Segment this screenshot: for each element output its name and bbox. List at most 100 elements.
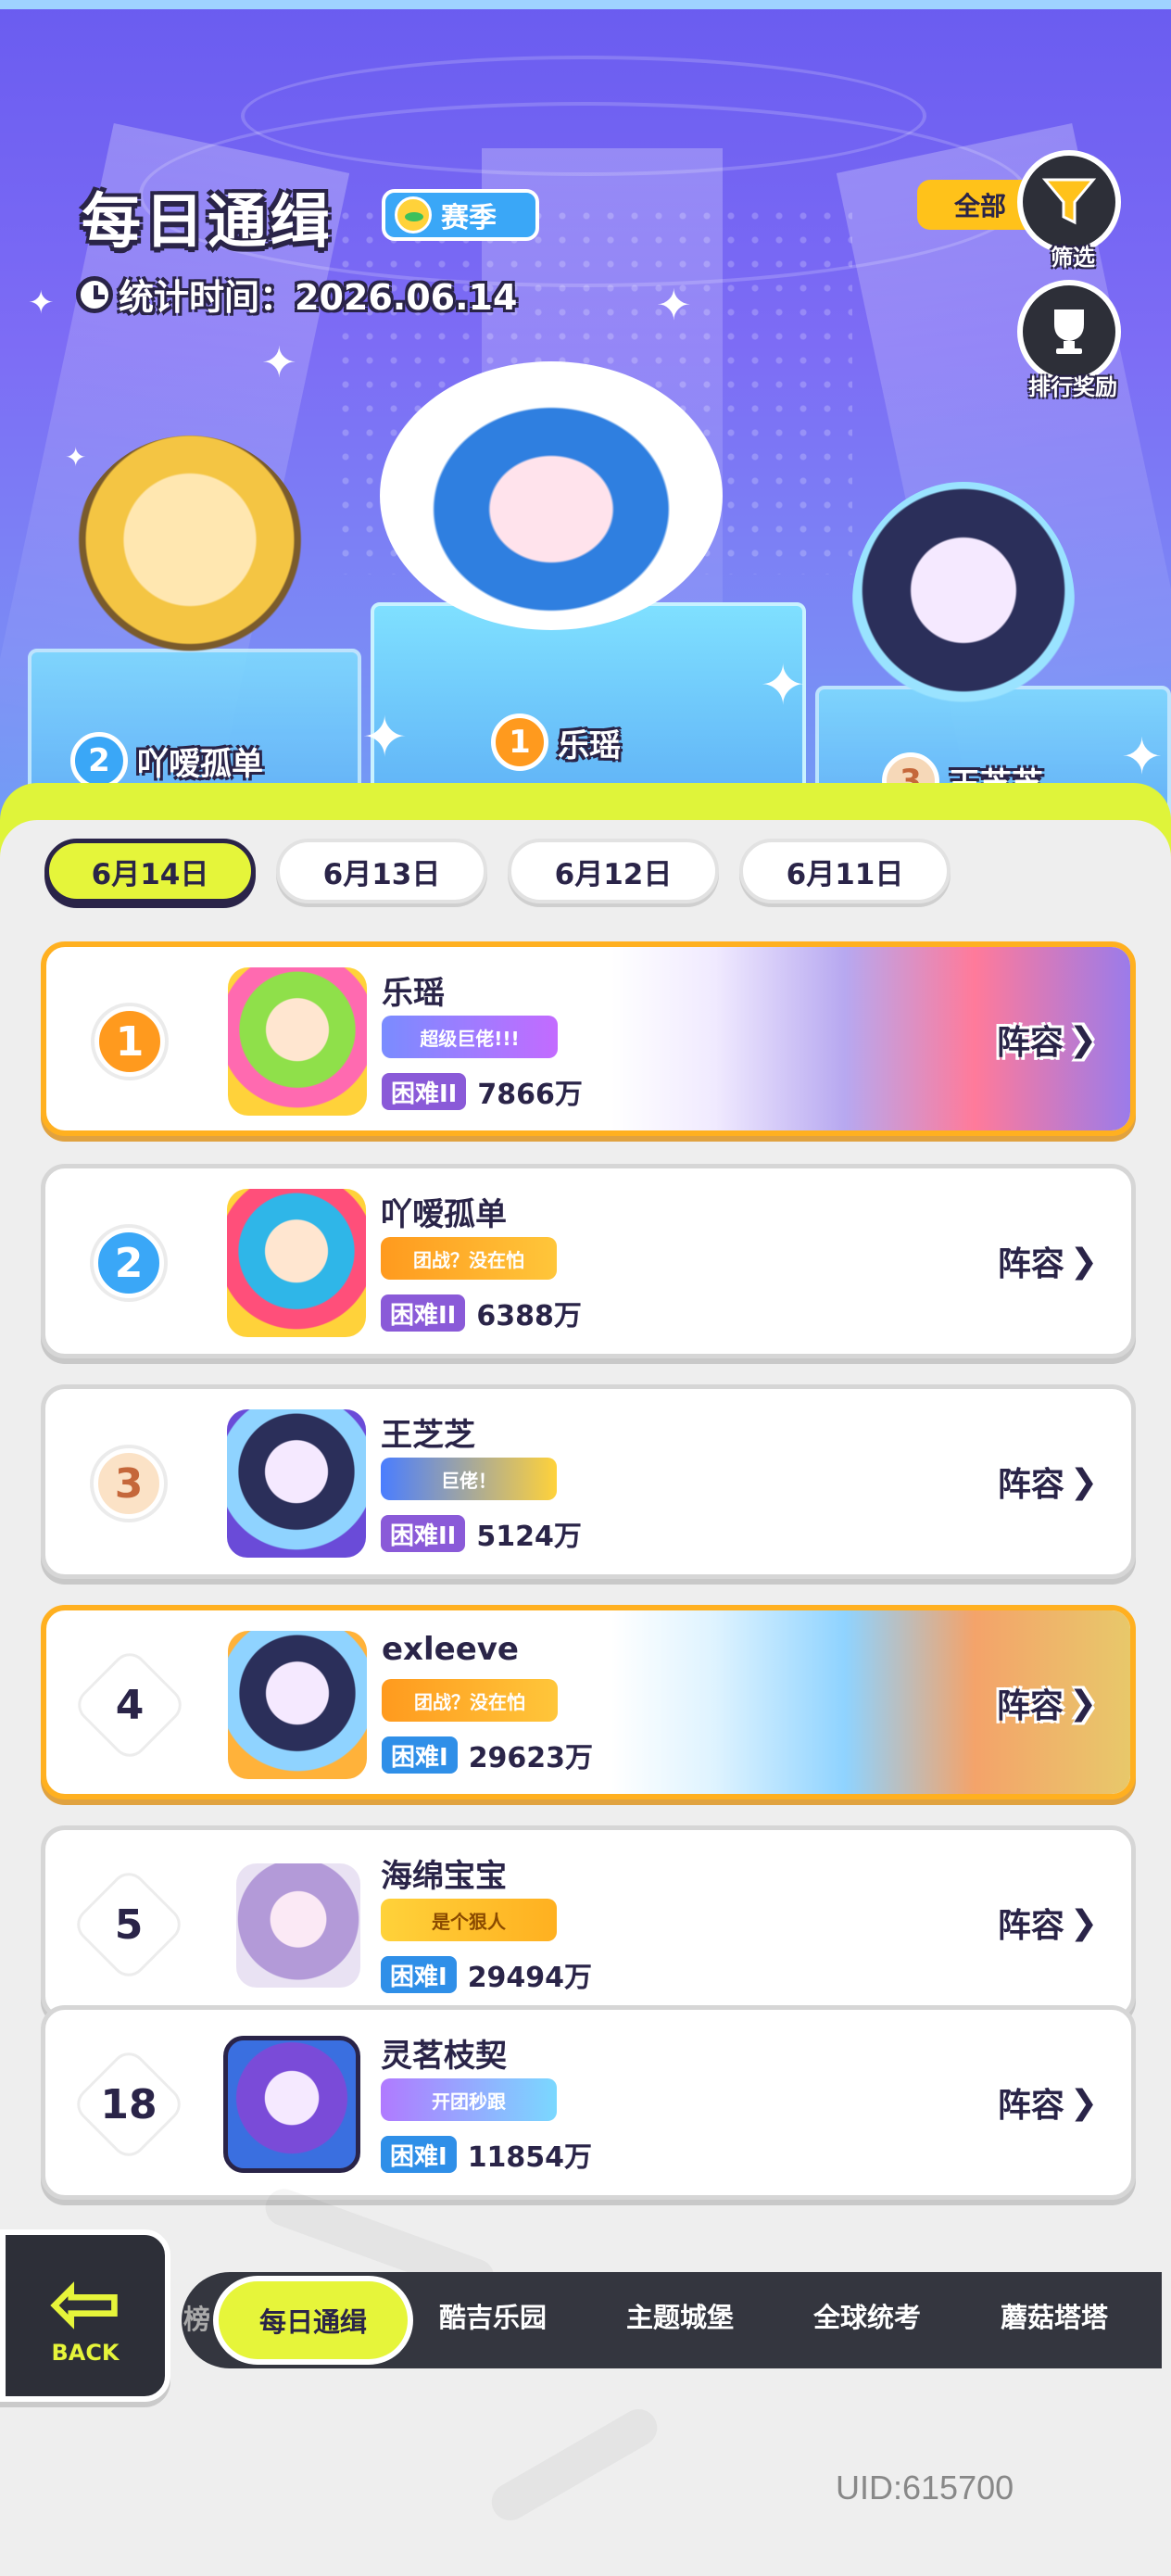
lineup-button[interactable]: 阵容 ❯	[998, 1237, 1098, 1285]
nav-item-theme-castle[interactable]: 主题城堡	[626, 2296, 734, 2335]
difficulty-score: 困难I 11854万	[381, 2134, 592, 2175]
back-label: BACK	[51, 2340, 120, 2366]
difficulty-label: 困难I	[381, 2136, 457, 2173]
ranking-row[interactable]: 2 吖嗳孤单 团战？没在怕 困难II 6388万 阵容 ❯	[41, 1164, 1136, 1358]
rank-badge: 4	[74, 1649, 185, 1761]
back-arrow-icon: ⇦	[47, 2251, 123, 2355]
page-title: 每日通缉	[82, 188, 334, 257]
difficulty-score: 困难II 5124万	[381, 1513, 582, 1554]
rank-badge: 5	[73, 1869, 184, 1980]
player-title-badge: 团战？没在怕	[382, 1679, 558, 1722]
sparkle-icon: ✦	[656, 280, 692, 330]
lineup-button[interactable]: 阵容 ❯	[998, 1899, 1098, 1947]
sparkle-icon: ✦	[28, 284, 55, 322]
difficulty-label: 困难I	[382, 1736, 458, 1774]
user-id: UID:615700	[836, 2469, 1014, 2507]
difficulty-score: 困难II 7866万	[382, 1071, 583, 1112]
lineup-label: 阵容	[997, 1245, 1064, 1283]
avatar[interactable]	[227, 1409, 366, 1558]
lineup-button[interactable]: 阵容 ❯	[998, 1458, 1098, 1506]
score-value: 7866万	[477, 1079, 583, 1111]
difficulty-score: 困难I 29494万	[381, 1954, 592, 1995]
palm-tree-icon	[395, 196, 432, 234]
chevron-right-icon: ❯	[1069, 2083, 1098, 2122]
difficulty-label: 困难II	[381, 1294, 466, 1332]
back-button[interactable]: ⇦ BACK	[0, 2229, 170, 2402]
difficulty-label: 困难II	[382, 1073, 467, 1110]
score-value: 5124万	[476, 1521, 582, 1553]
avatar[interactable]	[236, 1863, 360, 1988]
player-name: 王芝芝	[381, 1417, 475, 1454]
season-label: 赛季	[441, 202, 497, 234]
player-title-badge: 超级巨佬!!!	[382, 1016, 558, 1058]
stat-time: 统计时间：2026.06.14	[76, 269, 517, 320]
hero-banner: ✦ ✦ ✦ ✦ ✦ ✦ ✦ 每日通缉 赛季 统计时间：2026.06.14 全部…	[0, 0, 1171, 857]
rank-number: 2	[94, 1228, 164, 1298]
avatar[interactable]	[228, 1631, 367, 1779]
tab-date-0612[interactable]: 6月12日	[508, 839, 719, 903]
ranking-row[interactable]: 4 exleeve 团战？没在怕 困难I 29623万 阵容 ❯	[41, 1605, 1136, 1799]
character-first	[380, 361, 723, 630]
my-ranking-row[interactable]: 18 灵茗枝契 开团秒跟 困难I 11854万 阵容 ❯	[41, 2005, 1136, 2200]
player-title-badge: 开团秒跟	[381, 2078, 557, 2121]
rank-number: 1	[94, 1006, 165, 1077]
stat-time-text: 统计时间：2026.06.14	[119, 277, 518, 318]
clock-icon	[76, 275, 113, 313]
avatar[interactable]	[227, 1189, 366, 1337]
player-title-badge: 巨佬！	[381, 1458, 557, 1500]
difficulty-score: 困难II 6388万	[381, 1293, 582, 1333]
nav-item-mushroom-tower[interactable]: 蘑菇塔塔	[1001, 2296, 1108, 2335]
lineup-button[interactable]: 阵容 ❯	[997, 1679, 1097, 1727]
date-tabs: 6月14日 6月13日 6月12日 6月11日	[44, 839, 951, 903]
lineup-label: 阵容	[997, 1907, 1064, 1945]
chevron-right-icon: ❯	[1069, 1242, 1098, 1281]
ranking-row[interactable]: 3 王芝芝 巨佬！ 困难II 5124万 阵容 ❯	[41, 1384, 1136, 1579]
player-title-badge: 团战？没在怕	[381, 1237, 557, 1280]
sparkle-icon: ✦	[361, 705, 409, 770]
podium-player-name: 乐瑶	[558, 726, 621, 764]
rank-number: 4	[115, 1681, 145, 1729]
sparkle-icon: ✦	[261, 337, 297, 387]
chevron-right-icon: ❯	[1068, 1684, 1097, 1723]
player-name: 海绵宝宝	[381, 1858, 507, 1895]
score-value: 29494万	[467, 1962, 593, 1994]
tab-date-0611[interactable]: 6月11日	[739, 839, 951, 903]
player-name: 灵茗枝契	[381, 2038, 507, 2075]
chevron-right-icon: ❯	[1068, 1020, 1097, 1059]
score-value: 6388万	[476, 1300, 582, 1332]
rank-badge: 1	[83, 995, 176, 1088]
rank-number: 3	[94, 1448, 164, 1519]
avatar[interactable]	[223, 2036, 360, 2173]
nav-item-global-exam[interactable]: 全球统考	[813, 2296, 921, 2335]
tab-date-0613[interactable]: 6月13日	[276, 839, 487, 903]
sparkle-icon: ✦	[65, 442, 87, 473]
chevron-right-icon: ❯	[1069, 1462, 1098, 1501]
top-strip	[0, 0, 1171, 9]
lineup-button[interactable]: 阵容 ❯	[997, 1016, 1097, 1064]
player-name: exleeve	[382, 1631, 519, 1668]
ranking-row[interactable]: 1 乐瑶 超级巨佬!!! 困难II 7866万 阵容 ❯	[41, 941, 1136, 1136]
rank-number: 18	[100, 2080, 157, 2128]
tab-date-0614[interactable]: 6月14日	[44, 839, 256, 903]
ranking-row[interactable]: 5 海绵宝宝 是个狠人 困难I 29494万 阵容 ❯	[41, 1825, 1136, 2020]
player-title-badge: 是个狠人	[381, 1899, 557, 1941]
nav-item-daily-wanted[interactable]: 每日通缉	[213, 2276, 413, 2365]
season-badge[interactable]: 赛季	[382, 189, 539, 241]
lineup-label: 阵容	[997, 1466, 1064, 1504]
podium-name-second: 2 吖嗳孤单	[70, 732, 263, 789]
bg-decoration	[485, 2402, 664, 2528]
avatar[interactable]	[228, 967, 367, 1116]
player-name: 吖嗳孤单	[381, 1196, 507, 1233]
lineup-label: 阵容	[996, 1687, 1064, 1725]
trophy-icon	[1054, 309, 1084, 354]
lineup-button[interactable]: 阵容 ❯	[998, 2078, 1098, 2127]
difficulty-label: 困难I	[381, 1956, 457, 1993]
nav-item-kuji-park[interactable]: 酷吉乐园	[439, 2296, 547, 2335]
rank-number: 5	[114, 1900, 144, 1949]
character-second	[74, 436, 306, 667]
rank-badge: 18	[73, 2049, 184, 2160]
nav-item-partial[interactable]: 榜	[183, 2298, 210, 2337]
chevron-right-icon: ❯	[1069, 1903, 1098, 1942]
sparkle-icon: ✦	[760, 653, 807, 718]
rank-reward-label: 排行奖励	[1028, 374, 1117, 400]
